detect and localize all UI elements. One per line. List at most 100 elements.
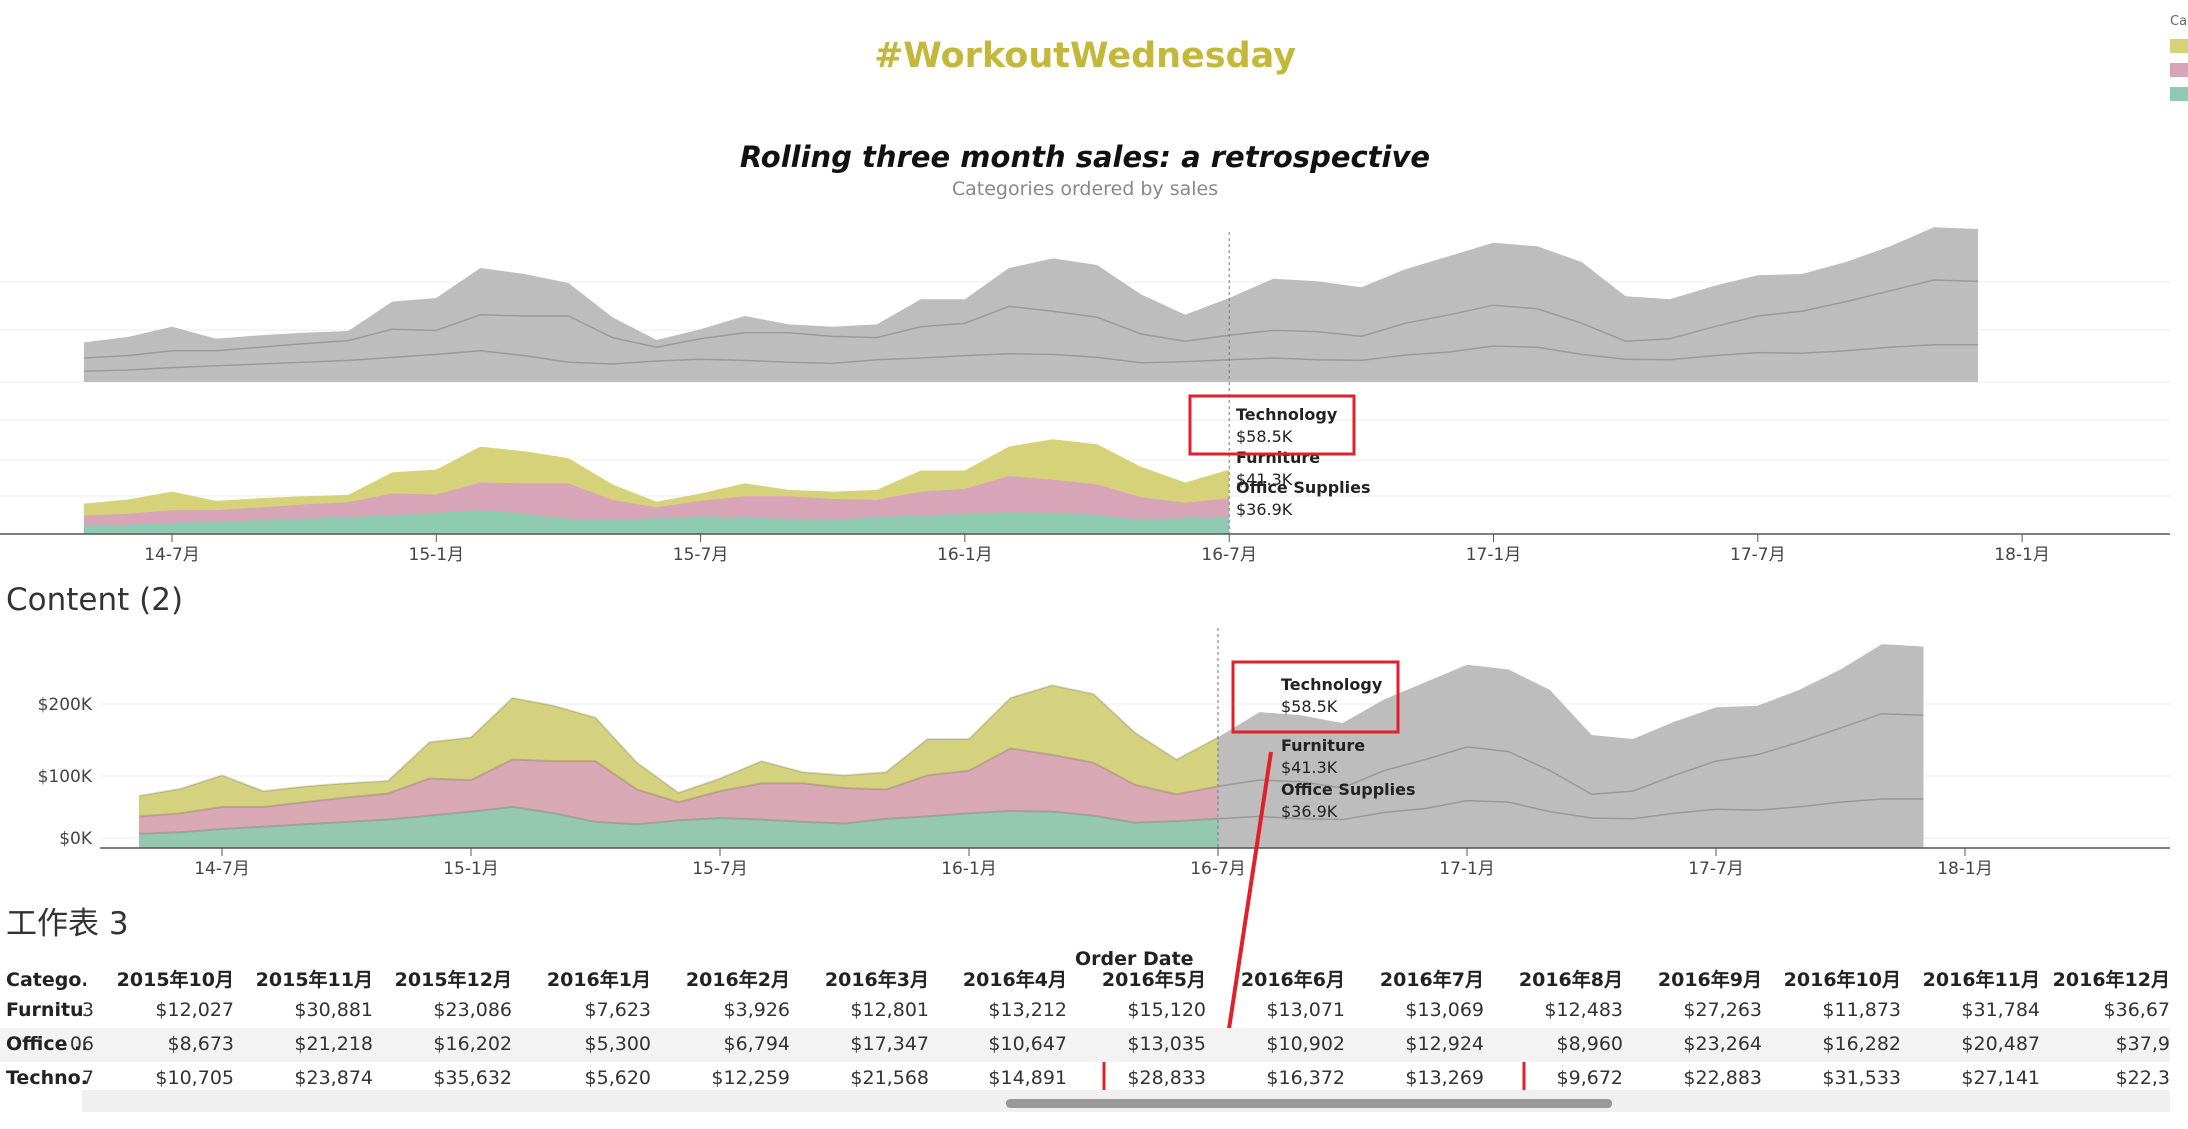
- annotation-furniture-value: $41.3K: [1281, 758, 1338, 777]
- table-cell: $16,202: [433, 1033, 512, 1055]
- x-tick-label: 18-1月: [1994, 545, 2050, 565]
- table-cell: $16,372: [1266, 1067, 1345, 1089]
- table-cell: $22,3: [2115, 1067, 2170, 1089]
- table-cell: $11,873: [1822, 999, 1901, 1021]
- annotation-technology-value: $58.5K: [1236, 427, 1293, 446]
- table-cell-clipped: 06: [69, 1033, 94, 1055]
- table-row[interactable]: Office .. 06 $8,673 $21,218 $16,202 $5,300 $6,…: [0, 1028, 2170, 1062]
- x-tick-label: 15-7月: [692, 859, 748, 879]
- table-cell: $13,212: [988, 999, 1067, 1021]
- table-cell: $13,035: [1127, 1033, 1206, 1055]
- x-tick-label: 15-1月: [409, 545, 465, 565]
- table-cell: $12,924: [1405, 1033, 1484, 1055]
- column-header[interactable]: 2015年10月: [114, 965, 234, 992]
- column-header[interactable]: 2016年10月: [1781, 965, 1901, 992]
- x-tick-label: 15-7月: [673, 545, 729, 565]
- table-cell: $6,794: [723, 1033, 790, 1055]
- table-cell: $16,282: [1822, 1033, 1901, 1055]
- table-cell: $8,960: [1556, 1033, 1623, 1055]
- annotation-office_supplies-name: Office Supplies: [1281, 780, 1416, 799]
- column-header[interactable]: 2016年7月: [1364, 965, 1484, 992]
- x-tick-label: 18-1月: [1937, 859, 1993, 879]
- table-cell: $36,67: [2103, 999, 2170, 1021]
- table-header-row: Catego..月 2015年10月 2015年11月 2015年12月 2016年1月…: [0, 960, 2170, 994]
- table-cell: $20,487: [1961, 1033, 2040, 1055]
- table-cell: $23,264: [1683, 1033, 1762, 1055]
- x-tick-label: 17-7月: [1688, 859, 1744, 879]
- scrollbar-thumb[interactable]: [1006, 1099, 1612, 1108]
- column-header[interactable]: 2015年12月: [392, 965, 512, 992]
- table-cell: $12,483: [1544, 999, 1623, 1021]
- table-cell: $7,623: [584, 999, 651, 1021]
- column-header[interactable]: 2016年6月: [1225, 965, 1345, 992]
- annotation-technology-value: $58.5K: [1281, 697, 1338, 716]
- x-tick-label: 17-7月: [1730, 545, 1786, 565]
- table-cell: $5,300: [584, 1033, 651, 1055]
- column-header[interactable]: 2015年11月: [253, 965, 373, 992]
- table-cell: $12,801: [850, 999, 929, 1021]
- annotation-technology-name: Technology: [1236, 405, 1338, 424]
- table-cell: $8,673: [167, 1033, 234, 1055]
- x-tick-label: 16-1月: [941, 859, 997, 879]
- table-cell: $10,705: [155, 1067, 234, 1089]
- column-header[interactable]: 2016年8月: [1503, 965, 1623, 992]
- table-cell: $9,672: [1556, 1067, 1623, 1089]
- table-cell-clipped: 7: [81, 1067, 94, 1089]
- row-header-label[interactable]: Catego..月: [6, 965, 86, 992]
- column-header[interactable]: 2016年3月: [809, 965, 929, 992]
- chart-2[interactable]: $0K $100K $200K 14-7月 15-1月 15-7月 16-1月 16-7月 17…: [38, 628, 2170, 879]
- section-title-content: Content (2): [6, 582, 184, 618]
- table-cell: $10,902: [1266, 1033, 1345, 1055]
- table-cell: $15,120: [1127, 999, 1206, 1021]
- section-title-sheet3: 工作表 3: [6, 906, 129, 942]
- x-tick-label: 15-1月: [443, 859, 499, 879]
- column-header[interactable]: 2016年2月: [670, 965, 790, 992]
- table-cell: $31,784: [1961, 999, 2040, 1021]
- table-cell: $21,218: [294, 1033, 373, 1055]
- table-cell: $23,086: [433, 999, 512, 1021]
- table-cell: $10,647: [988, 1033, 1067, 1055]
- table-cell: $14,891: [988, 1067, 1067, 1089]
- table-cell: $27,141: [1961, 1067, 2040, 1089]
- x-tick-label: 17-1月: [1466, 545, 1522, 565]
- x-tick-label: 16-1月: [937, 545, 993, 565]
- x-tick-label: 16-7月: [1201, 545, 1257, 565]
- table-cell: $13,069: [1405, 999, 1484, 1021]
- annotation-furniture-name: Furniture: [1281, 736, 1365, 755]
- table-cell: $28,833: [1127, 1067, 1206, 1089]
- y-tick-label: $200K: [38, 695, 93, 715]
- x-tick-label: 16-7月: [1190, 859, 1246, 879]
- table-cell: $3,926: [723, 999, 790, 1021]
- column-header[interactable]: 2016年4月: [947, 965, 1067, 992]
- y-tick-label: $0K: [59, 829, 93, 849]
- table-cell: $31,533: [1822, 1067, 1901, 1089]
- table-cell: $12,027: [155, 999, 234, 1021]
- table-cell: $12,259: [711, 1067, 790, 1089]
- table-cell: $21,568: [850, 1067, 929, 1089]
- annotation-office_supplies-value: $36.9K: [1281, 802, 1338, 821]
- annotation-office_supplies-name: Office Supplies: [1236, 478, 1371, 497]
- x-tick-label: 14-7月: [194, 859, 250, 879]
- table-cell: $27,263: [1683, 999, 1762, 1021]
- table-cell: $37,9: [2115, 1033, 2170, 1055]
- table-cell: $17,347: [850, 1033, 929, 1055]
- table-cell-clipped: 3: [81, 999, 94, 1021]
- column-header[interactable]: 2016年1月: [531, 965, 651, 992]
- table-row[interactable]: Furnitu..3$12,027$30,881$23,086$7,623$3,…: [0, 994, 2170, 1028]
- x-tick-label: 14-7月: [144, 545, 200, 565]
- annotation-technology-name: Technology: [1281, 675, 1383, 694]
- annotation-office_supplies-value: $36.9K: [1236, 500, 1293, 519]
- table-cell: $23,874: [294, 1067, 373, 1089]
- table-cell: $13,071: [1266, 999, 1345, 1021]
- table-cell: $5,620: [584, 1067, 651, 1089]
- chart-1[interactable]: 14-7月 15-1月 15-7月 16-1月 16-7月 17-1月 17-7月 18-1月: [0, 227, 2170, 565]
- table-cell: $35,632: [433, 1067, 512, 1089]
- column-header[interactable]: 2016年11月: [1920, 965, 2040, 992]
- table-cell: $13,269: [1405, 1067, 1484, 1089]
- column-header[interactable]: 2016年9月: [1642, 965, 1762, 992]
- table-cell: $22,883: [1683, 1067, 1762, 1089]
- x-tick-label: 17-1月: [1439, 859, 1495, 879]
- column-header[interactable]: 2016年5月: [1086, 965, 1206, 992]
- column-header[interactable]: 2016年12月: [2050, 965, 2170, 992]
- annotation-furniture-name: Furniture: [1236, 448, 1320, 467]
